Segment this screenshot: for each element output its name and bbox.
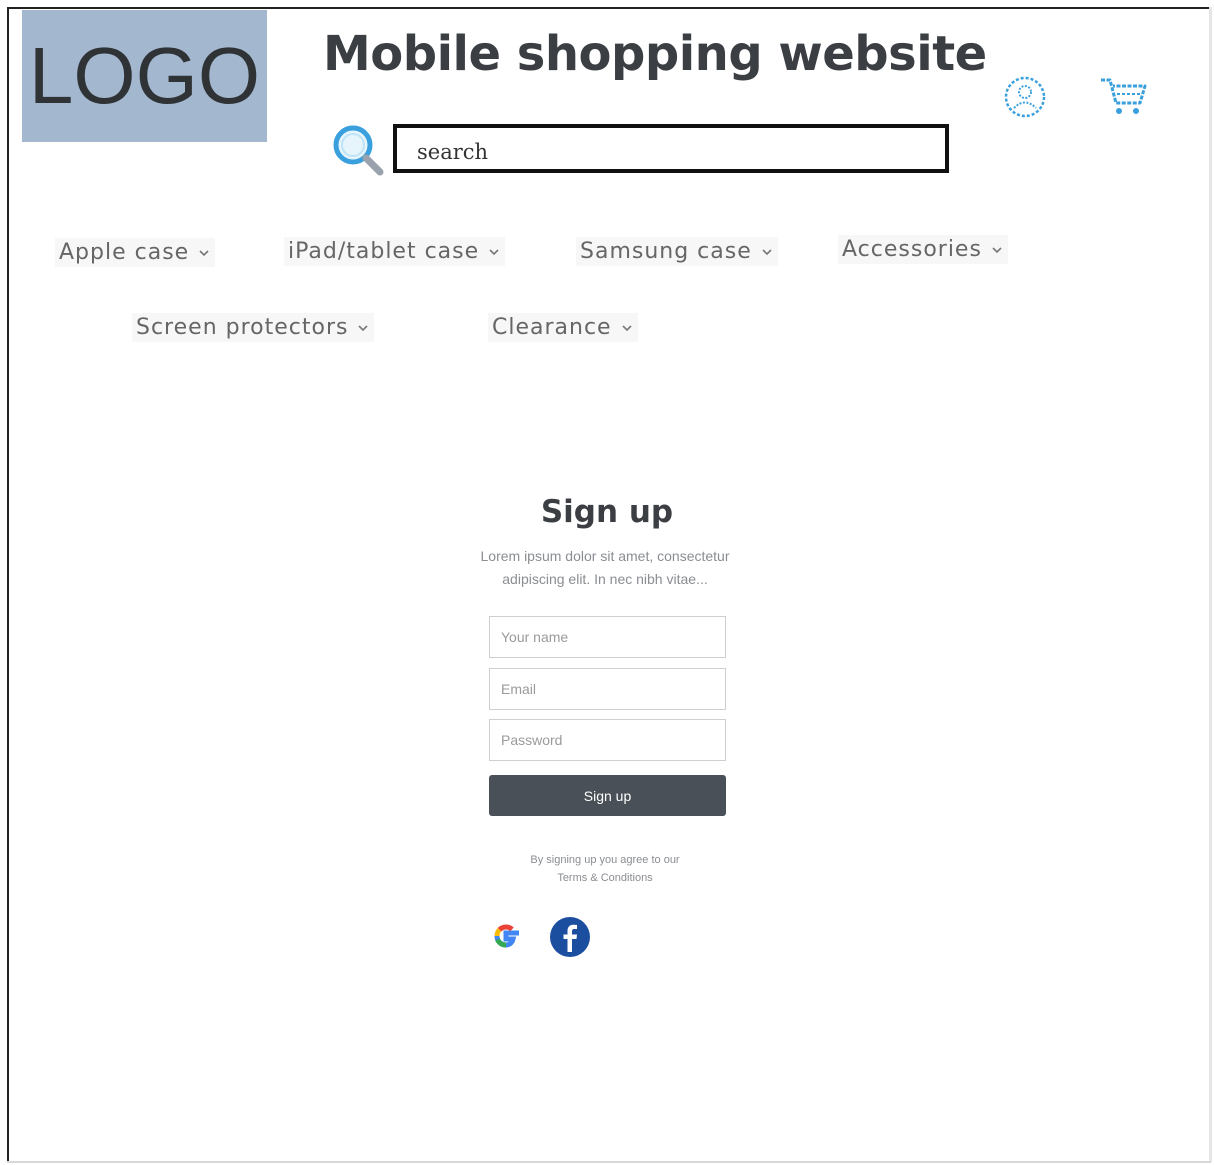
nav-item-label: Apple case — [59, 240, 190, 265]
nav-item-clearance[interactable]: Clearance — [488, 313, 638, 342]
signup-button[interactable]: Sign up — [489, 775, 726, 816]
nav-item-label: iPad/tablet case — [288, 239, 480, 264]
nav-item-label: Clearance — [492, 315, 612, 340]
agree-text: By signing up you agree to our — [530, 854, 680, 866]
chevron-down-icon — [992, 246, 1002, 253]
nav-item-label: Screen protectors — [136, 315, 349, 340]
nav-item-label: Accessories — [842, 237, 982, 262]
terms-notice: By signing up you agree to our Terms & C… — [0, 851, 1210, 887]
signup-title: Sign up — [540, 494, 674, 530]
chevron-down-icon — [622, 324, 632, 331]
signup-subtitle-line: adipiscing elit. In nec nibh vitae... — [502, 571, 708, 587]
nav-item-apple-case[interactable]: Apple case — [55, 238, 216, 267]
frame-bottom-edge — [7, 1161, 1211, 1163]
terms-link[interactable]: Terms & Conditions — [557, 872, 652, 884]
user-account-icon[interactable] — [1003, 75, 1047, 119]
name-field[interactable] — [489, 616, 726, 658]
password-field[interactable] — [489, 719, 726, 761]
chevron-down-icon — [489, 248, 499, 255]
chevron-down-icon — [199, 249, 209, 256]
nav-item-screen-protectors[interactable]: Screen protectors — [132, 313, 375, 342]
search-input[interactable] — [393, 124, 949, 173]
signup-subtitle-line: Lorem ipsum dolor sit amet, consectetur — [480, 548, 730, 564]
logo[interactable]: LOGO — [22, 10, 267, 142]
site-title: Mobile shopping website — [323, 26, 987, 82]
chevron-down-icon — [358, 324, 369, 331]
google-icon[interactable] — [488, 918, 524, 954]
nav-item-accessories[interactable]: Accessories — [838, 235, 1008, 264]
nav-item-ipad-tablet-case[interactable]: iPad/tablet case — [284, 237, 506, 266]
search-icon[interactable] — [330, 122, 386, 178]
email-field[interactable] — [489, 668, 726, 710]
shopping-cart-icon[interactable] — [1098, 75, 1150, 119]
nav-item-label: Samsung case — [580, 239, 752, 264]
frame-right-edge — [1209, 7, 1212, 1163]
signup-subtitle: Lorem ipsum dolor sit amet, consectetur … — [440, 545, 770, 591]
facebook-icon[interactable] — [549, 916, 591, 958]
nav-item-samsung-case[interactable]: Samsung case — [576, 237, 778, 266]
chevron-down-icon — [762, 248, 772, 255]
